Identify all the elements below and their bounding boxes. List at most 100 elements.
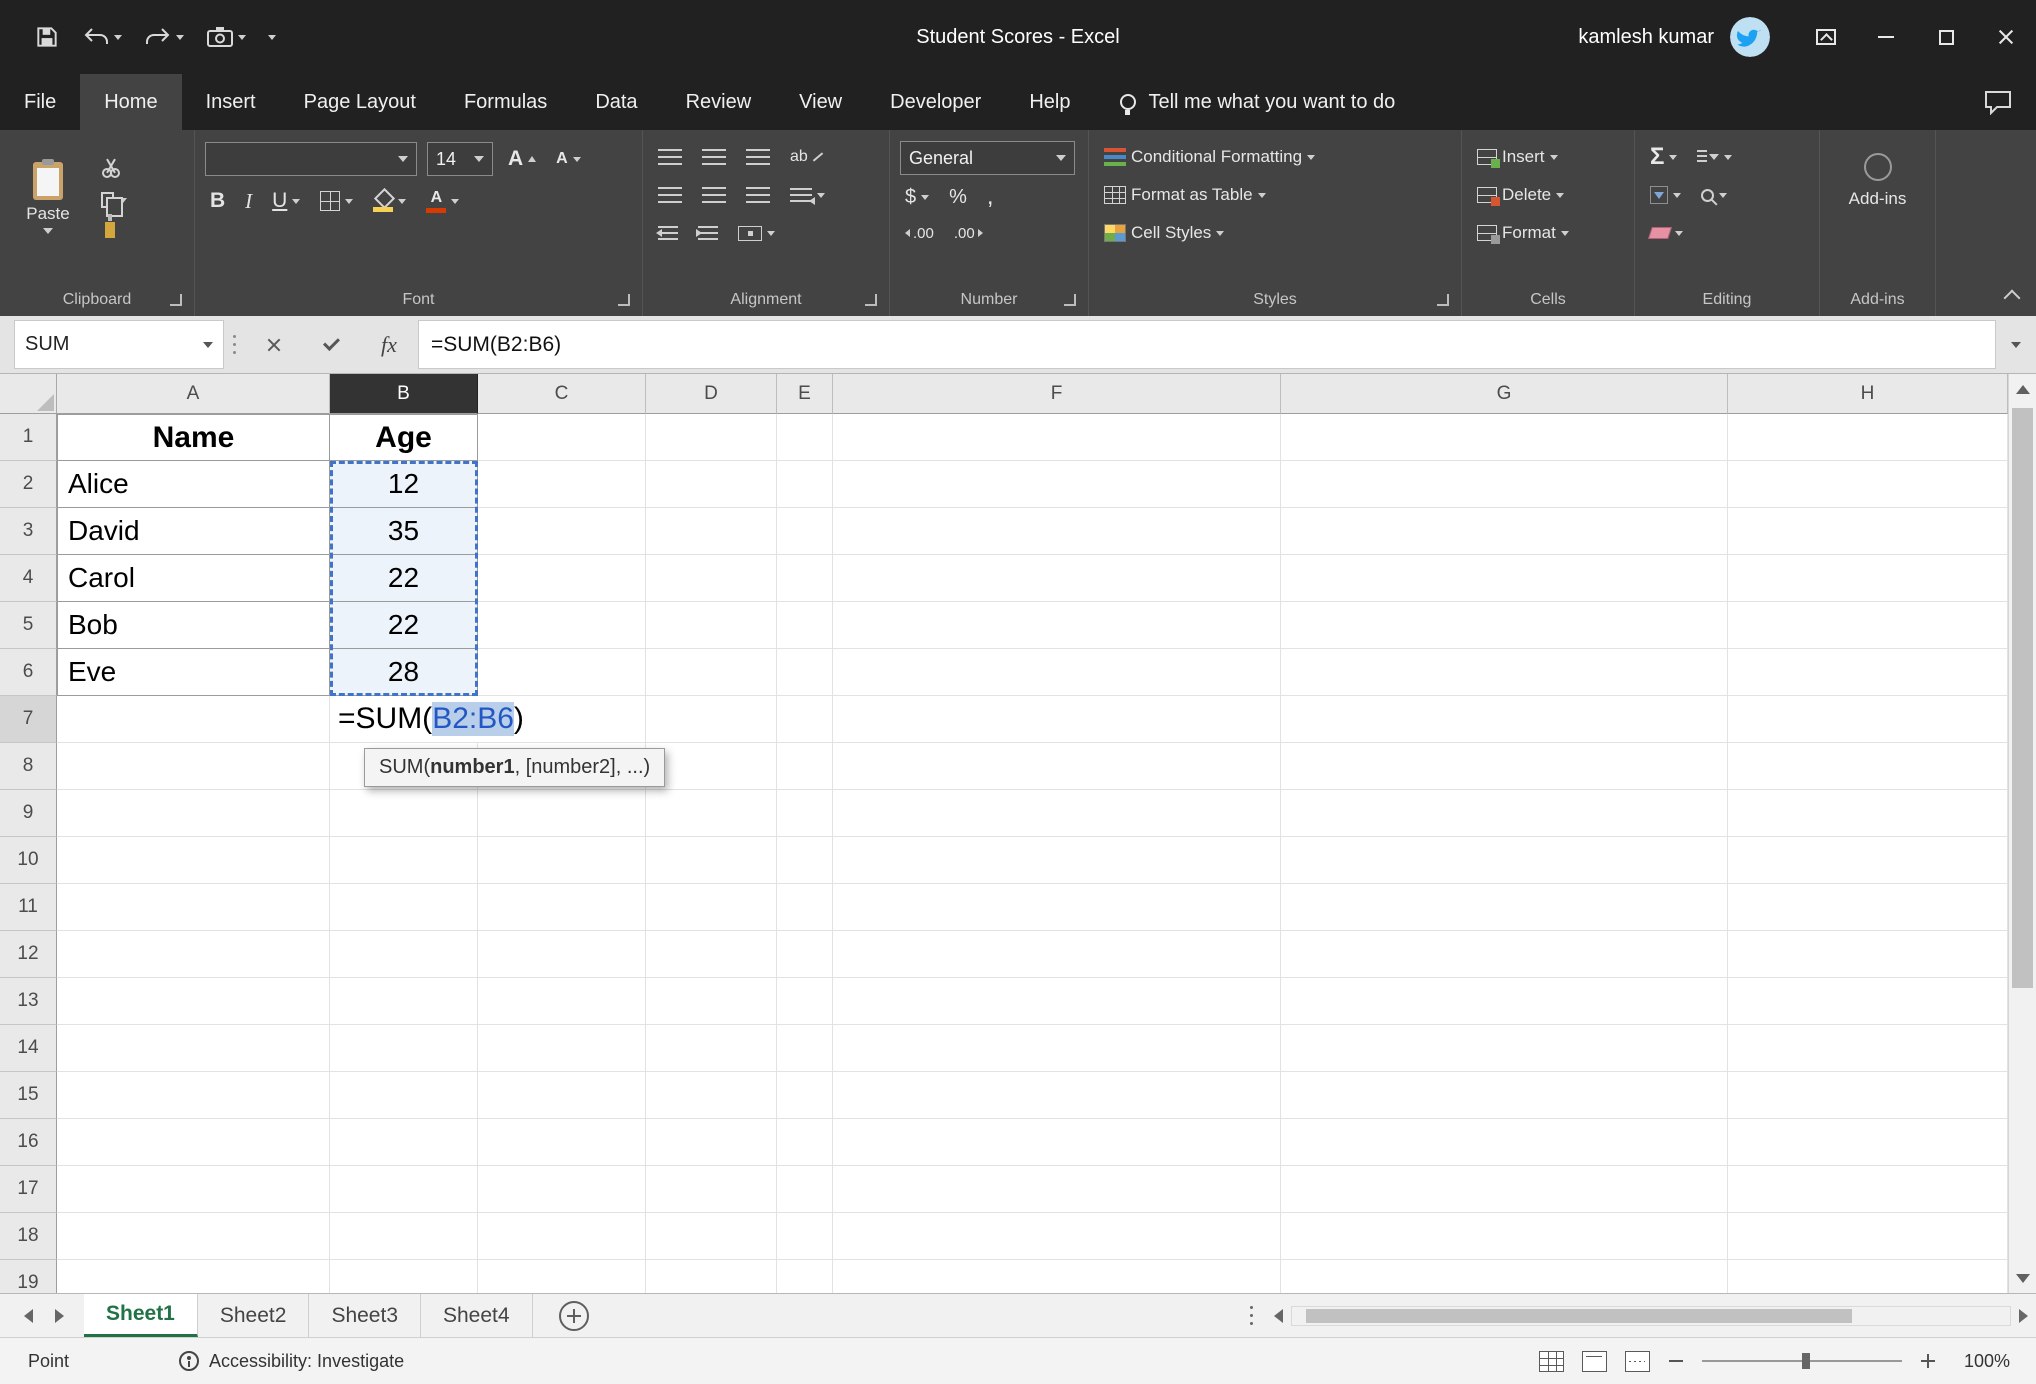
row-header-19[interactable]: 19 (0, 1260, 57, 1293)
cell-A15[interactable] (57, 1072, 330, 1119)
cell-H19[interactable] (1728, 1260, 2008, 1293)
maximize-button[interactable] (1916, 0, 1976, 74)
menu-tab-file[interactable]: File (0, 74, 80, 130)
row-header-3[interactable]: 3 (0, 508, 57, 555)
cell-C13[interactable] (478, 978, 646, 1025)
cell-A16[interactable] (57, 1119, 330, 1166)
cell-D19[interactable] (646, 1260, 777, 1293)
cell-A14[interactable] (57, 1025, 330, 1072)
cell-B16[interactable] (330, 1119, 478, 1166)
cell-D14[interactable] (646, 1025, 777, 1072)
cell-A6[interactable]: Eve (57, 649, 330, 696)
cell-C9[interactable] (478, 790, 646, 837)
sheet-nav-left-button[interactable] (24, 1309, 33, 1323)
clipboard-dialog-launcher[interactable] (170, 294, 182, 306)
cell-G14[interactable] (1281, 1025, 1728, 1072)
menu-tab-help[interactable]: Help (1005, 74, 1094, 130)
cell-E12[interactable] (777, 931, 833, 978)
cell-C3[interactable] (478, 508, 646, 555)
cancel-button[interactable] (244, 316, 302, 373)
cell-C14[interactable] (478, 1025, 646, 1072)
formula-bar-expand-button[interactable] (1996, 316, 2036, 373)
clear-button[interactable] (1645, 224, 1688, 242)
cell-B1[interactable]: Age (330, 414, 478, 461)
cell-B2[interactable]: 12 (330, 461, 478, 508)
cell-B11[interactable] (330, 884, 478, 931)
cell-D15[interactable] (646, 1072, 777, 1119)
increase-decimal-button[interactable]: .00 (900, 222, 939, 245)
cell-H6[interactable] (1728, 649, 2008, 696)
cell-D2[interactable] (646, 461, 777, 508)
new-sheet-button[interactable] (559, 1294, 589, 1337)
comma-format-button[interactable]: , (982, 180, 999, 214)
cell-E5[interactable] (777, 602, 833, 649)
cell-G13[interactable] (1281, 978, 1728, 1025)
cell-F8[interactable] (833, 743, 1281, 790)
cell-A8[interactable] (57, 743, 330, 790)
number-dialog-launcher[interactable] (1064, 294, 1076, 306)
cell-G8[interactable] (1281, 743, 1728, 790)
underline-button[interactable]: U (267, 186, 305, 216)
cell-G1[interactable] (1281, 414, 1728, 461)
column-header-H[interactable]: H (1728, 374, 2008, 414)
cell-B18[interactable] (330, 1213, 478, 1260)
column-header-E[interactable]: E (777, 374, 833, 414)
styles-dialog-launcher[interactable] (1437, 294, 1449, 306)
cell-F16[interactable] (833, 1119, 1281, 1166)
vertical-scroll-thumb[interactable] (2012, 408, 2033, 988)
autosum-button[interactable]: Σ (1645, 142, 1682, 172)
font-size-combo[interactable]: 14 (427, 142, 493, 176)
row-header-12[interactable]: 12 (0, 931, 57, 978)
alignment-dialog-launcher[interactable] (865, 294, 877, 306)
increase-indent-button[interactable] (693, 223, 723, 243)
cell-F15[interactable] (833, 1072, 1281, 1119)
cell-E15[interactable] (777, 1072, 833, 1119)
zoom-in-button[interactable] (1920, 1353, 1936, 1369)
cell-C16[interactable] (478, 1119, 646, 1166)
format-painter-button[interactable] (96, 219, 132, 241)
merge-center-button[interactable] (733, 223, 780, 244)
tell-me-box[interactable]: Tell me what you want to do (1120, 74, 1395, 130)
formula-bar-divider[interactable] (224, 316, 244, 373)
select-all-button[interactable] (0, 374, 57, 414)
row-header-1[interactable]: 1 (0, 414, 57, 461)
sheet-tab-sheet1[interactable]: Sheet1 (84, 1294, 198, 1337)
cell-styles-button[interactable]: Cell Styles (1099, 220, 1229, 246)
column-header-F[interactable]: F (833, 374, 1281, 414)
cell-H7[interactable] (1728, 696, 2008, 743)
cell-C18[interactable] (478, 1213, 646, 1260)
cell-E13[interactable] (777, 978, 833, 1025)
redo-dropdown-icon[interactable] (176, 35, 184, 40)
sheet-tab-sheet3[interactable]: Sheet3 (309, 1294, 421, 1337)
cell-D8[interactable] (646, 743, 777, 790)
cell-G4[interactable] (1281, 555, 1728, 602)
user-avatar[interactable] (1730, 17, 1770, 57)
cell-C15[interactable] (478, 1072, 646, 1119)
cell-A18[interactable] (57, 1213, 330, 1260)
sheet-tab-sheet2[interactable]: Sheet2 (198, 1294, 310, 1337)
vertical-scroll-track[interactable] (2009, 404, 2036, 1263)
cell-D16[interactable] (646, 1119, 777, 1166)
column-header-G[interactable]: G (1281, 374, 1728, 414)
cell-E7[interactable] (777, 696, 833, 743)
cell-C19[interactable] (478, 1260, 646, 1293)
cell-C5[interactable] (478, 602, 646, 649)
cell-G15[interactable] (1281, 1072, 1728, 1119)
cell-A11[interactable] (57, 884, 330, 931)
cell-B5[interactable]: 22 (330, 602, 478, 649)
menu-tab-formulas[interactable]: Formulas (440, 74, 571, 130)
row-header-10[interactable]: 10 (0, 837, 57, 884)
row-header-11[interactable]: 11 (0, 884, 57, 931)
borders-button[interactable] (315, 188, 358, 214)
sort-filter-button[interactable] (1692, 147, 1737, 167)
cell-B7[interactable]: =SUM(B2:B6) (330, 696, 478, 743)
cut-button[interactable] (96, 155, 132, 181)
cell-A7[interactable] (57, 696, 330, 743)
comments-button[interactable] (1984, 74, 2036, 130)
cell-A1[interactable]: Name (57, 414, 330, 461)
scroll-down-button[interactable] (2009, 1263, 2036, 1293)
horizontal-scroll-track[interactable] (1291, 1306, 2011, 1326)
save-button[interactable] (26, 18, 68, 56)
column-header-C[interactable]: C (478, 374, 646, 414)
italic-button[interactable]: I (240, 186, 257, 217)
